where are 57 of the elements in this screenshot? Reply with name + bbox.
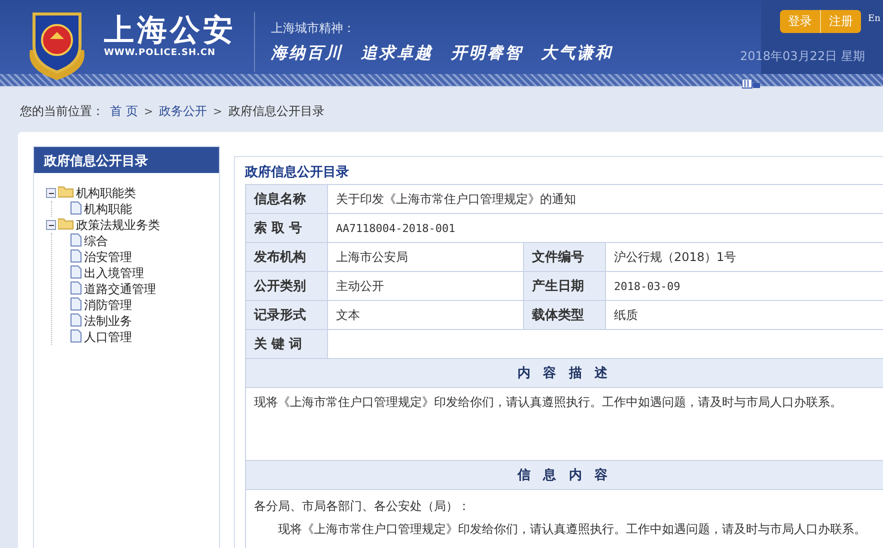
document-icon bbox=[70, 328, 82, 346]
collapse-toggle-icon[interactable] bbox=[46, 220, 56, 230]
collapse-toggle-icon[interactable] bbox=[46, 188, 56, 198]
field-value: 主动公开 bbox=[328, 272, 524, 300]
tree-folder-label[interactable]: 机构职能类 bbox=[76, 184, 136, 202]
field-label: 产生日期 bbox=[524, 272, 606, 300]
tree-item-label[interactable]: 人口管理 bbox=[84, 328, 132, 346]
sidebar-title: 政府信息公开目录 bbox=[34, 147, 219, 173]
field-label: 文件编号 bbox=[524, 242, 606, 272]
breadcrumb-label: 您的当前位置： bbox=[20, 102, 104, 120]
motto-label: 上海城市精神： bbox=[271, 20, 356, 37]
motto-text: 大气谦和 bbox=[541, 43, 613, 64]
document-icon bbox=[70, 232, 82, 250]
tree-item-label[interactable]: 道路交通管理 bbox=[84, 280, 156, 298]
field-label: 公开类别 bbox=[246, 272, 328, 300]
breadcrumb-link[interactable]: 首 页 bbox=[110, 102, 138, 120]
tree-folder-label[interactable]: 政策法规业务类 bbox=[76, 216, 160, 234]
body-paragraph: 各分局、市局各部门、各公安处（局）： bbox=[254, 498, 471, 515]
breadcrumb-separator: > bbox=[144, 104, 154, 118]
document-icon bbox=[70, 264, 82, 282]
field-label: 信息名称 bbox=[246, 184, 328, 214]
field-label: 发布机构 bbox=[246, 242, 328, 272]
field-label: 关 键 词 bbox=[246, 330, 328, 358]
content-title: 政府信息公开目录 bbox=[245, 164, 350, 182]
document-icon bbox=[70, 248, 82, 266]
motto-text: 追求卓越 bbox=[361, 43, 433, 64]
motto-text: 开明睿智 bbox=[451, 43, 523, 64]
tree-item-label[interactable]: 治安管理 bbox=[84, 248, 132, 266]
site-title: 上海公安 bbox=[104, 14, 237, 48]
language-link[interactable]: En bbox=[868, 14, 880, 24]
tree-item-label[interactable]: 机构职能 bbox=[84, 200, 132, 218]
folder-icon bbox=[58, 186, 74, 200]
section-heading: 信 息 内 容 bbox=[246, 460, 883, 490]
field-label: 载体类型 bbox=[524, 300, 606, 330]
document-icon bbox=[70, 280, 82, 298]
field-value: 文本 bbox=[328, 300, 524, 330]
document-icon bbox=[70, 296, 82, 314]
document-icon bbox=[70, 312, 82, 330]
section-heading: 内 容 描 述 bbox=[246, 358, 883, 388]
tree-item-label[interactable]: 消防管理 bbox=[84, 296, 132, 314]
tree-item-label[interactable]: 法制业务 bbox=[84, 312, 132, 330]
breadcrumb-separator: > bbox=[213, 104, 222, 118]
field-value: 关于印发《上海市常住户口管理规定》的通知 bbox=[328, 184, 883, 214]
mail-icon[interactable] bbox=[742, 79, 760, 89]
site-url: WWW.POLICE.SH.CN bbox=[104, 48, 217, 58]
body-paragraph: 现将《上海市常住户口管理规定》印发给你们，请认真遵照执行。工作中如遇问题，请及时与市局人口办联系。 bbox=[277, 521, 867, 538]
breadcrumb-current: 政府信息公开目录 bbox=[228, 102, 324, 120]
tree-item-label[interactable]: 出入境管理 bbox=[84, 264, 144, 282]
field-value: 上海市公安局 bbox=[328, 242, 524, 272]
motto-text: 海纳百川 bbox=[271, 43, 343, 64]
field-label: 记录形式 bbox=[246, 300, 328, 330]
breadcrumb-link[interactable]: 政务公开 bbox=[159, 102, 208, 120]
tree-item-label[interactable]: 综合 bbox=[84, 232, 108, 250]
date-text: 2018年03月22日 星期 bbox=[740, 48, 865, 65]
field-label: 索 取 号 bbox=[246, 214, 328, 242]
document-icon bbox=[70, 200, 82, 218]
folder-icon bbox=[58, 218, 74, 232]
